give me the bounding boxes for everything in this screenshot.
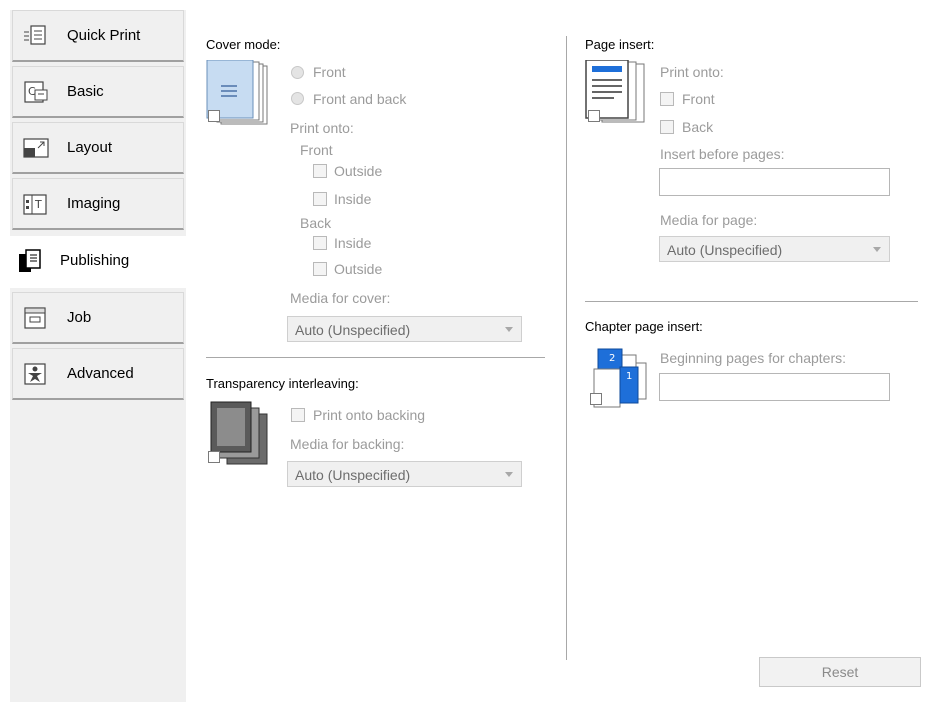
layout-icon: [23, 138, 49, 158]
tab-label: Advanced: [67, 365, 134, 382]
cover-front-back-radio[interactable]: [291, 92, 304, 105]
tab-job[interactable]: Job: [12, 292, 184, 344]
tab-quick-print[interactable]: Quick Print: [12, 10, 184, 62]
page-insert-heading: Page insert:: [585, 37, 655, 52]
cover-front-back-label: Front and back: [313, 91, 407, 107]
cover-print-onto-label: Print onto:: [290, 120, 354, 136]
page-insert-front-checkbox[interactable]: [660, 92, 674, 106]
cover-mode-heading: Cover mode:: [206, 37, 281, 52]
tab-label: Imaging: [67, 195, 121, 212]
insert-before-pages-input[interactable]: [659, 168, 890, 196]
advanced-icon: [24, 363, 46, 385]
chevron-down-icon: [505, 472, 513, 477]
svg-text:T: T: [34, 198, 42, 211]
basic-icon: C: [24, 81, 48, 103]
media-for-cover-select[interactable]: Auto (Unspecified): [287, 316, 522, 342]
chapter-insert-toggle-checkbox[interactable]: [590, 393, 602, 405]
tab-basic[interactable]: C Basic: [12, 66, 184, 118]
divider: [206, 357, 545, 358]
divider: [585, 301, 918, 302]
tab-imaging[interactable]: T Imaging: [12, 178, 184, 230]
tab-publishing[interactable]: Publishing: [10, 236, 188, 288]
chevron-down-icon: [505, 327, 513, 332]
tab-advanced[interactable]: Advanced: [12, 348, 184, 400]
print-onto-backing-label: Print onto backing: [313, 407, 426, 423]
insert-before-pages-label: Insert before pages:: [660, 146, 785, 162]
page-insert-back-checkbox[interactable]: [660, 120, 674, 134]
front-outside-label: Outside: [334, 163, 383, 179]
transparency-toggle-checkbox[interactable]: [208, 451, 220, 463]
reset-button[interactable]: Reset: [759, 657, 921, 687]
sidebar: Quick Print C Basic Layout T Imaging Pub…: [10, 10, 188, 702]
media-for-backing-value: Auto (Unspecified): [295, 467, 411, 483]
front-inside-checkbox[interactable]: [313, 192, 327, 206]
tab-label: Job: [67, 309, 92, 326]
svg-text:1: 1: [626, 371, 632, 382]
tab-label: Publishing: [60, 252, 130, 269]
page-insert-back-label: Back: [682, 119, 714, 135]
back-inside-checkbox[interactable]: [313, 236, 327, 250]
media-for-backing-label: Media for backing:: [290, 436, 405, 452]
job-icon: [24, 307, 46, 329]
publishing-icon: [19, 249, 41, 272]
beginning-pages-input[interactable]: [659, 373, 890, 401]
media-for-backing-select[interactable]: Auto (Unspecified): [287, 461, 522, 487]
beginning-pages-label: Beginning pages for chapters:: [660, 350, 847, 366]
back-inside-label: Inside: [334, 235, 372, 251]
svg-text:2: 2: [609, 353, 615, 364]
tab-layout[interactable]: Layout: [12, 122, 184, 174]
page-insert-toggle-checkbox[interactable]: [588, 110, 600, 122]
imaging-icon: T: [23, 194, 47, 215]
tab-label: Basic: [67, 83, 104, 100]
media-for-page-select[interactable]: Auto (Unspecified): [659, 236, 890, 262]
cover-mode-toggle-checkbox[interactable]: [208, 110, 220, 122]
chevron-down-icon: [873, 247, 881, 252]
media-for-page-label: Media for page:: [660, 212, 758, 228]
front-outside-checkbox[interactable]: [313, 164, 327, 178]
tab-label: Layout: [67, 139, 113, 156]
column-divider: [566, 36, 567, 660]
page-insert-print-onto-label: Print onto:: [660, 64, 724, 80]
cover-front-radio[interactable]: [291, 66, 304, 79]
cover-front-label: Front: [313, 64, 346, 80]
transparency-heading: Transparency interleaving:: [206, 376, 359, 391]
quick-print-icon: [24, 25, 46, 45]
page-insert-front-label: Front: [682, 91, 715, 107]
media-for-cover-label: Media for cover:: [290, 290, 391, 306]
front-inside-label: Inside: [334, 191, 372, 207]
media-for-cover-value: Auto (Unspecified): [295, 322, 411, 338]
cover-back-group-label: Back: [300, 215, 332, 231]
chapter-insert-heading: Chapter page insert:: [585, 319, 703, 334]
print-onto-backing-checkbox[interactable]: [291, 408, 305, 422]
back-outside-label: Outside: [334, 261, 383, 277]
tab-label: Quick Print: [67, 27, 141, 44]
back-outside-checkbox[interactable]: [313, 262, 327, 276]
cover-front-group-label: Front: [300, 142, 333, 158]
media-for-page-value: Auto (Unspecified): [667, 242, 783, 258]
